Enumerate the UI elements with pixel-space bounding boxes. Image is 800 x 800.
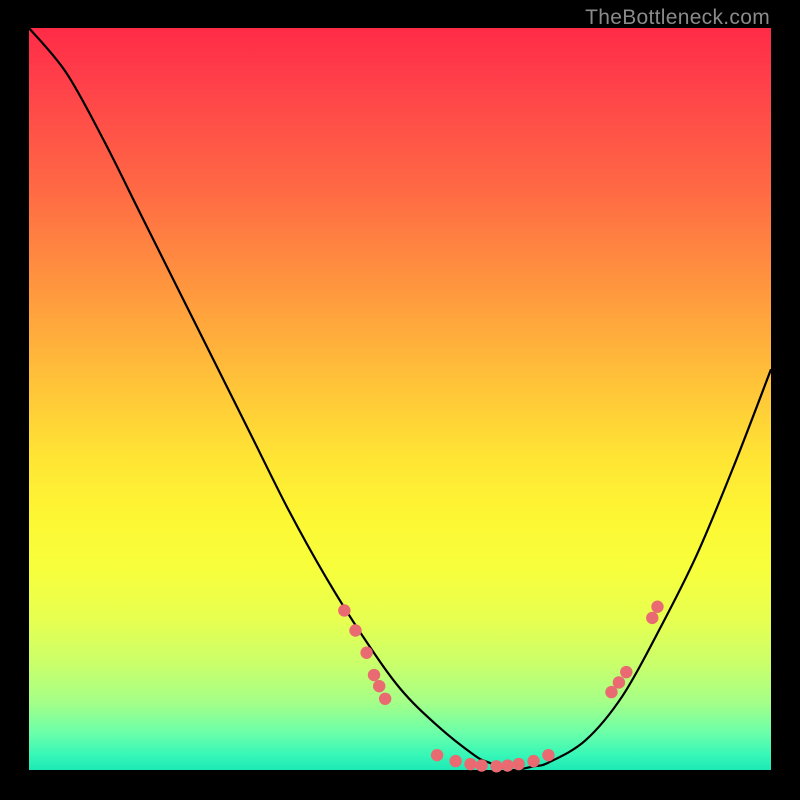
marker-dots-group <box>338 601 664 773</box>
chart-plot-area <box>29 28 771 770</box>
marker-dot <box>379 693 391 705</box>
marker-dot <box>475 759 487 771</box>
marker-dot <box>651 601 663 613</box>
watermark-text: TheBottleneck.com <box>585 6 770 30</box>
marker-dot <box>513 758 525 770</box>
marker-dot <box>646 612 658 624</box>
marker-dot <box>620 666 632 678</box>
bottleneck-curve <box>29 28 771 770</box>
chart-svg <box>29 28 771 770</box>
marker-dot <box>449 755 461 767</box>
marker-dot <box>349 624 361 636</box>
marker-dot <box>373 680 385 692</box>
marker-dot <box>338 604 350 616</box>
marker-dot <box>542 749 554 761</box>
marker-dot <box>613 676 625 688</box>
marker-dot <box>527 755 539 767</box>
marker-dot <box>501 759 513 771</box>
marker-dot <box>490 760 502 772</box>
marker-dot <box>360 647 372 659</box>
marker-dot <box>431 749 443 761</box>
marker-dot <box>464 758 476 770</box>
marker-dot <box>368 669 380 681</box>
